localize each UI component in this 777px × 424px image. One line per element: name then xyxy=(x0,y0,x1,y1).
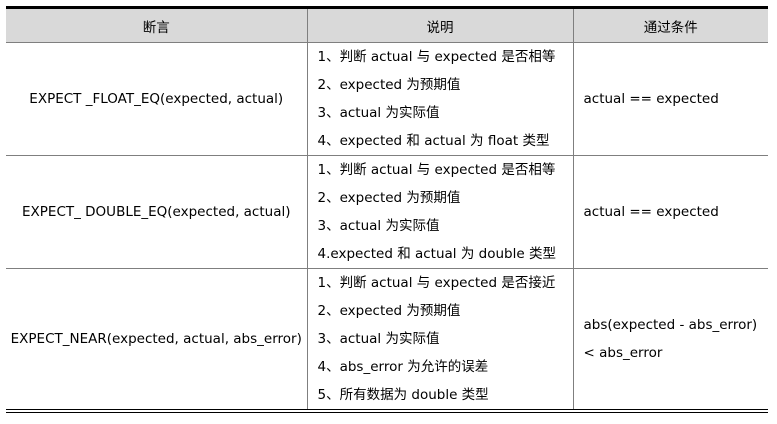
table-row: EXPECT _FLOAT_EQ(expected, actual) 1、判断 … xyxy=(6,42,768,156)
description-line: 5、所有数据为 double 类型 xyxy=(317,387,489,403)
condition-line: actual == expected xyxy=(583,204,719,220)
description-line: 4、abs_error 为允许的误差 xyxy=(317,359,489,375)
description-line: 4.expected 和 actual 为 double 类型 xyxy=(317,246,556,262)
description-line: 4、expected 和 actual 为 float 类型 xyxy=(317,133,550,149)
header-pass-condition: 通过条件 xyxy=(572,9,768,43)
description-line: 3、actual 为实际值 xyxy=(317,331,440,347)
condition-line: < abs_error xyxy=(583,345,663,361)
header-assertion: 断言 xyxy=(6,9,308,43)
table-row: EXPECT_NEAR(expected, actual, abs_error)… xyxy=(6,268,768,409)
description-line: 2、expected 为预期值 xyxy=(317,190,461,206)
condition-cell: actual == expected xyxy=(572,155,768,269)
condition-line: abs(expected - abs_error) xyxy=(583,317,758,333)
description-cell: 1、判断 actual 与 expected 是否相等 2、expected 为… xyxy=(306,155,574,269)
assertion-cell: EXPECT_ DOUBLE_EQ(expected, actual) xyxy=(6,155,308,269)
description-cell: 1、判断 actual 与 expected 是否相等 2、expected 为… xyxy=(306,42,574,156)
header-row: 断言 说明 通过条件 xyxy=(6,9,768,43)
table-row: EXPECT_ DOUBLE_EQ(expected, actual) 1、判断… xyxy=(6,155,768,269)
assertion-cell: EXPECT_NEAR(expected, actual, abs_error) xyxy=(6,268,308,409)
header-description: 说明 xyxy=(306,9,574,43)
condition-line: actual == expected xyxy=(583,91,719,107)
description-line: 1、判断 actual 与 expected 是否接近 xyxy=(317,275,556,291)
description-line: 1、判断 actual 与 expected 是否相等 xyxy=(317,162,556,178)
assertion-cell: EXPECT _FLOAT_EQ(expected, actual) xyxy=(6,42,308,156)
assertion-table: 断言 说明 通过条件 EXPECT _FLOAT_EQ(expected, ac… xyxy=(6,9,768,409)
description-line: 2、expected 为预期值 xyxy=(317,77,461,93)
condition-cell: actual == expected xyxy=(572,42,768,156)
description-cell: 1、判断 actual 与 expected 是否接近 2、expected 为… xyxy=(306,268,574,409)
condition-cell: abs(expected - abs_error) < abs_error xyxy=(572,268,768,409)
description-line: 3、actual 为实际值 xyxy=(317,218,440,234)
assertion-table-container: 断言 说明 通过条件 EXPECT _FLOAT_EQ(expected, ac… xyxy=(6,6,768,413)
description-line: 3、actual 为实际值 xyxy=(317,105,440,121)
description-line: 2、expected 为预期值 xyxy=(317,303,461,319)
description-line: 1、判断 actual 与 expected 是否相等 xyxy=(317,49,556,65)
